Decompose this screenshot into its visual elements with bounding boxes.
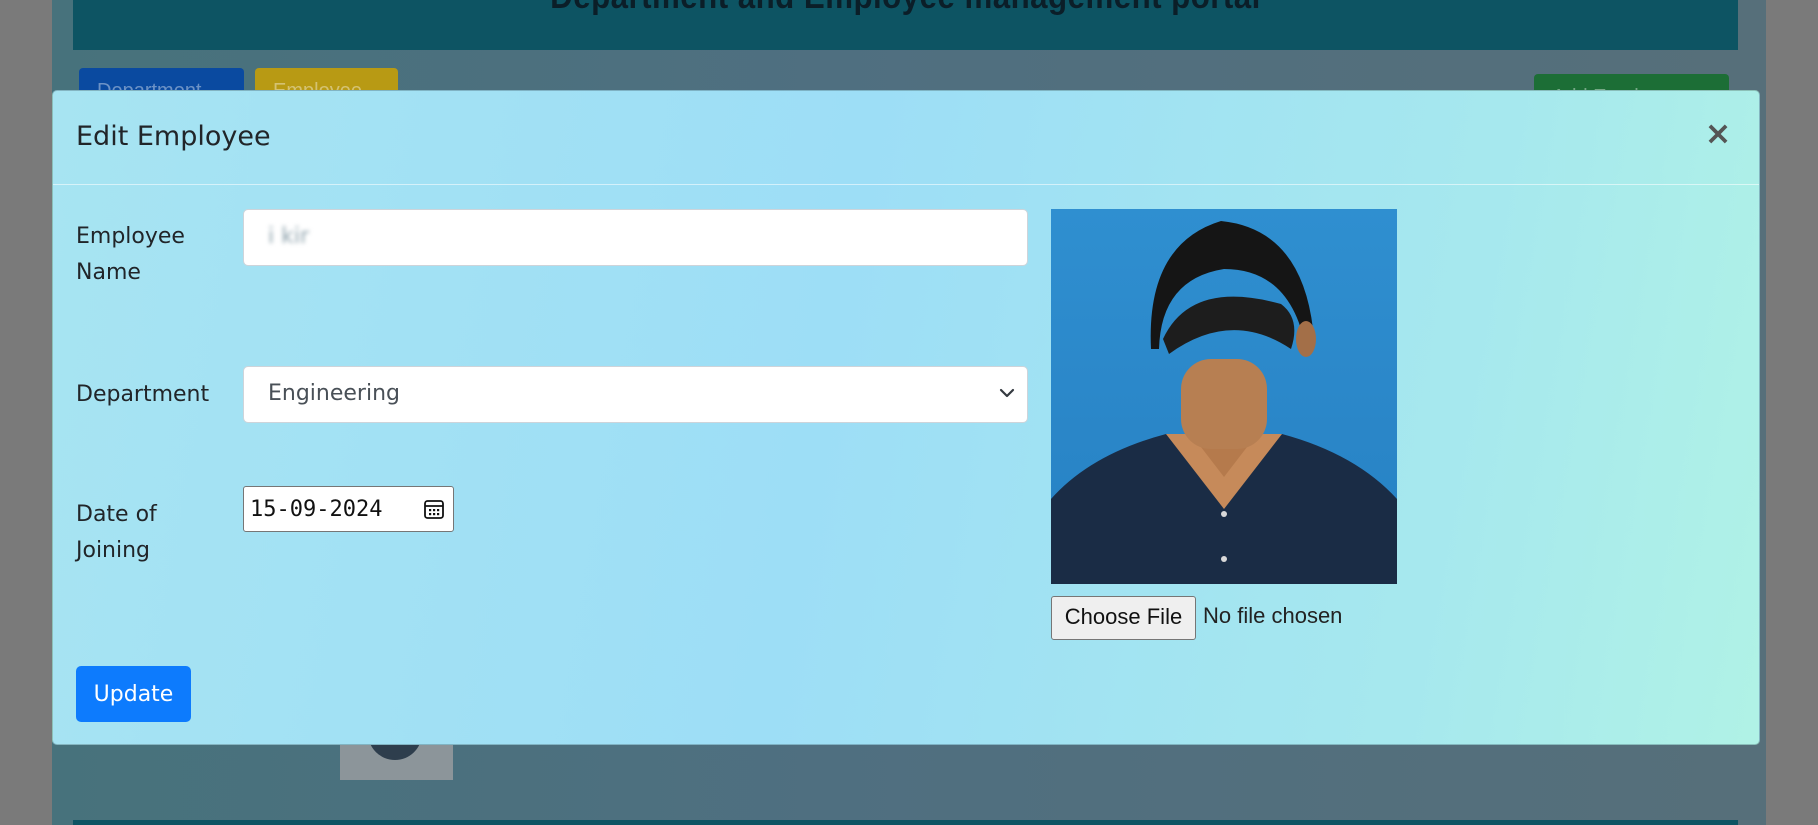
department-label: Department xyxy=(76,382,210,407)
modal-title: Edit Employee xyxy=(76,121,271,152)
date-of-joining-input[interactable]: 15-09-2024 xyxy=(243,486,454,532)
employee-photo xyxy=(1051,209,1397,584)
date-of-joining-value: 15-09-2024 xyxy=(250,497,383,522)
file-status-text: No file chosen xyxy=(1203,603,1343,628)
department-select[interactable]: Engineering xyxy=(243,366,1028,423)
employee-photo-illustration xyxy=(1051,221,1397,584)
chevron-down-icon xyxy=(999,388,1015,398)
close-icon[interactable]: × xyxy=(1703,117,1733,151)
employee-name-label: Employee Name xyxy=(76,224,185,285)
department-selected-value: Engineering xyxy=(268,381,400,406)
choose-file-button[interactable]: Choose File xyxy=(1051,596,1196,640)
employee-name-value: i kir xyxy=(268,224,310,249)
edit-employee-modal: Edit Employee × Employee Name i kir Depa… xyxy=(52,90,1760,745)
calendar-icon[interactable] xyxy=(423,498,445,520)
update-button[interactable]: Update xyxy=(76,666,191,722)
employee-name-input[interactable]: i kir xyxy=(243,209,1028,266)
modal-header: Edit Employee × xyxy=(53,91,1759,185)
date-of-joining-label: Date of Joining xyxy=(76,502,157,563)
